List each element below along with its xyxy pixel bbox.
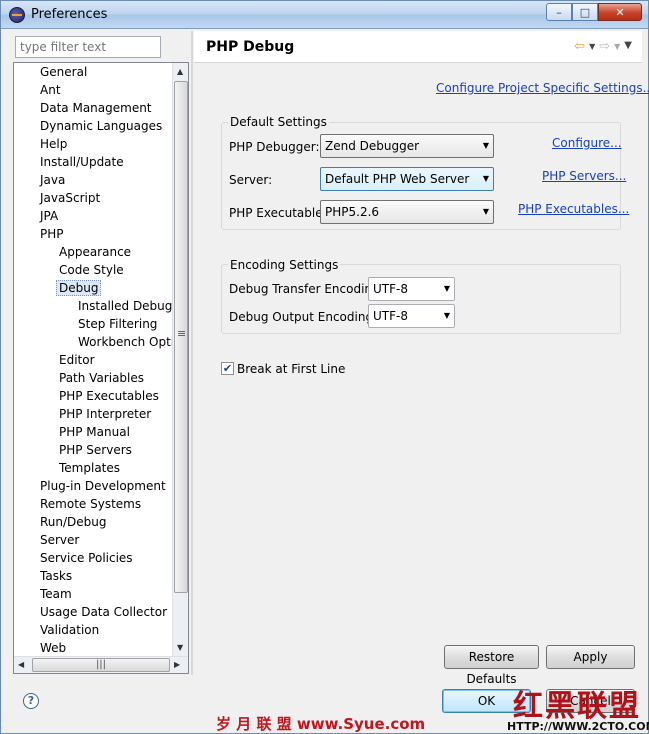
page-navigation: ⇦ ▼ ⇨ ▼ ▼ <box>574 39 632 54</box>
php-executable-label: PHP Executable: <box>229 206 327 220</box>
tree-item[interactable]: Remote Systems <box>40 495 141 513</box>
php-servers-link[interactable]: PHP Servers... <box>542 169 626 183</box>
break-first-line-label[interactable]: Break at First Line <box>237 362 345 376</box>
chevron-down-icon[interactable]: ▼ <box>614 42 620 54</box>
tree-item[interactable]: PHP Manual <box>59 423 130 441</box>
php-executables-link[interactable]: PHP Executables... <box>518 202 629 216</box>
output-encoding-select[interactable]: UTF-8 ▼ <box>368 304 455 328</box>
tree-item[interactable]: PHP Executables <box>59 387 159 405</box>
tree-item[interactable]: PHP <box>40 225 64 243</box>
tree-item[interactable]: JPA <box>40 207 58 225</box>
vertical-scroll-thumb[interactable] <box>174 81 188 593</box>
tree-item[interactable]: Usage Data Collector <box>40 603 167 621</box>
minimize-button[interactable]: – <box>546 3 572 21</box>
preferences-window: Preferences – □ ✕ General Ant Data Manag… <box>0 0 649 734</box>
tree-item-selected[interactable]: Debug <box>56 279 102 297</box>
window-title: Preferences <box>31 7 108 22</box>
window-controls: – □ ✕ <box>546 3 642 21</box>
filter-input[interactable] <box>15 36 161 58</box>
transfer-encoding-label: Debug Transfer Encoding <box>229 282 380 296</box>
tree-item[interactable]: Java <box>40 171 65 189</box>
tree-item[interactable]: General <box>40 63 87 81</box>
tree-item[interactable]: Service Policies <box>40 549 133 567</box>
tree-item[interactable]: Help <box>40 135 67 153</box>
tree-item[interactable]: Ant <box>40 81 61 99</box>
scroll-down-icon[interactable]: ▼ <box>177 643 183 652</box>
chevron-down-icon: ▼ <box>482 141 489 150</box>
transfer-encoding-select[interactable]: UTF-8 ▼ <box>368 277 455 301</box>
configure-link[interactable]: Configure... <box>552 136 622 150</box>
chevron-down-icon: ▼ <box>443 311 450 320</box>
scroll-left-icon[interactable]: ◀ <box>18 660 24 669</box>
tree-item[interactable]: Path Variables <box>59 369 144 387</box>
maximize-button[interactable]: □ <box>572 3 598 21</box>
encoding-settings-title: Encoding Settings <box>228 258 341 272</box>
server-label: Server: <box>229 173 273 187</box>
pane-divider[interactable] <box>191 31 193 675</box>
tree-item[interactable]: PHP Servers <box>59 441 132 459</box>
tree-item[interactable]: Templates <box>59 459 120 477</box>
tree-item[interactable]: Web <box>40 639 66 657</box>
tree-item[interactable]: JavaScript <box>40 189 100 207</box>
view-menu-icon[interactable]: ▼ <box>624 40 632 54</box>
restore-defaults-button[interactable]: Restore Defaults <box>444 645 539 686</box>
output-encoding-label: Debug Output Encoding <box>229 310 374 324</box>
chevron-down-icon: ▼ <box>482 174 489 183</box>
tree-horizontal-scrollbar[interactable]: ◀ ||| ▶ <box>14 656 188 673</box>
tree-item[interactable]: Validation <box>40 621 99 639</box>
site-watermark: 岁 月 联 盟 www.Syue.com <box>216 715 426 733</box>
tree-item[interactable]: Code Style <box>59 261 124 279</box>
title-bar: Preferences – □ ✕ <box>1 1 648 29</box>
php-executable-select[interactable]: PHP5.2.6 ▼ <box>320 200 494 224</box>
forward-arrow-icon[interactable]: ⇨ <box>599 39 610 54</box>
tree-item[interactable]: Install/Update <box>40 153 124 171</box>
tree-item[interactable]: Dynamic Languages <box>40 117 162 135</box>
tree-item[interactable]: Team <box>40 585 72 603</box>
tree-item[interactable]: PHP Interpreter <box>59 405 151 423</box>
tree-item[interactable]: Step Filtering <box>78 315 157 333</box>
default-settings-title: Default Settings <box>228 115 329 129</box>
page-title: PHP Debug <box>206 39 295 55</box>
chevron-down-icon[interactable]: ▼ <box>589 42 595 54</box>
tree-item[interactable]: Editor <box>59 351 95 369</box>
page-header: PHP Debug ⇦ ▼ ⇨ ▼ ▼ <box>194 31 642 63</box>
apply-button[interactable]: Apply <box>546 645 635 669</box>
preference-tree: General Ant Data Management Dynamic Lang… <box>13 62 189 674</box>
brand-watermark: 红黑联盟 <box>513 689 641 724</box>
tree-item[interactable]: Tasks <box>40 567 72 585</box>
php-debugger-select[interactable]: Zend Debugger ▼ <box>320 134 494 158</box>
url-watermark: HTTP://WWW.2CTO.COM <box>507 720 649 733</box>
help-icon[interactable]: ? <box>23 693 39 709</box>
php-debugger-label: PHP Debugger: <box>229 140 320 154</box>
scroll-up-icon[interactable]: ▲ <box>177 67 183 76</box>
eclipse-icon <box>9 7 25 23</box>
chevron-down-icon: ▼ <box>443 284 450 293</box>
tree-vertical-scrollbar[interactable]: ▲ ▼ <box>172 63 188 657</box>
back-arrow-icon[interactable]: ⇦ <box>574 39 585 54</box>
tree-item[interactable]: Run/Debug <box>40 513 107 531</box>
project-settings-link[interactable]: Configure Project Specific Settings... <box>436 81 649 95</box>
scroll-right-icon[interactable]: ▶ <box>174 660 180 669</box>
tree-item[interactable]: Plug-in Development <box>40 477 166 495</box>
server-select[interactable]: Default PHP Web Server ▼ <box>320 167 494 191</box>
close-button[interactable]: ✕ <box>598 3 642 21</box>
horizontal-scroll-thumb[interactable]: ||| <box>32 658 170 672</box>
tree-item[interactable]: Data Management <box>40 99 152 117</box>
preference-page: PHP Debug ⇦ ▼ ⇨ ▼ ▼ Configure Project Sp… <box>194 31 649 686</box>
tree-item[interactable]: Server <box>40 531 79 549</box>
break-first-line-checkbox[interactable]: ✔ <box>221 362 234 375</box>
chevron-down-icon: ▼ <box>482 207 489 216</box>
tree-item[interactable]: Appearance <box>59 243 131 261</box>
